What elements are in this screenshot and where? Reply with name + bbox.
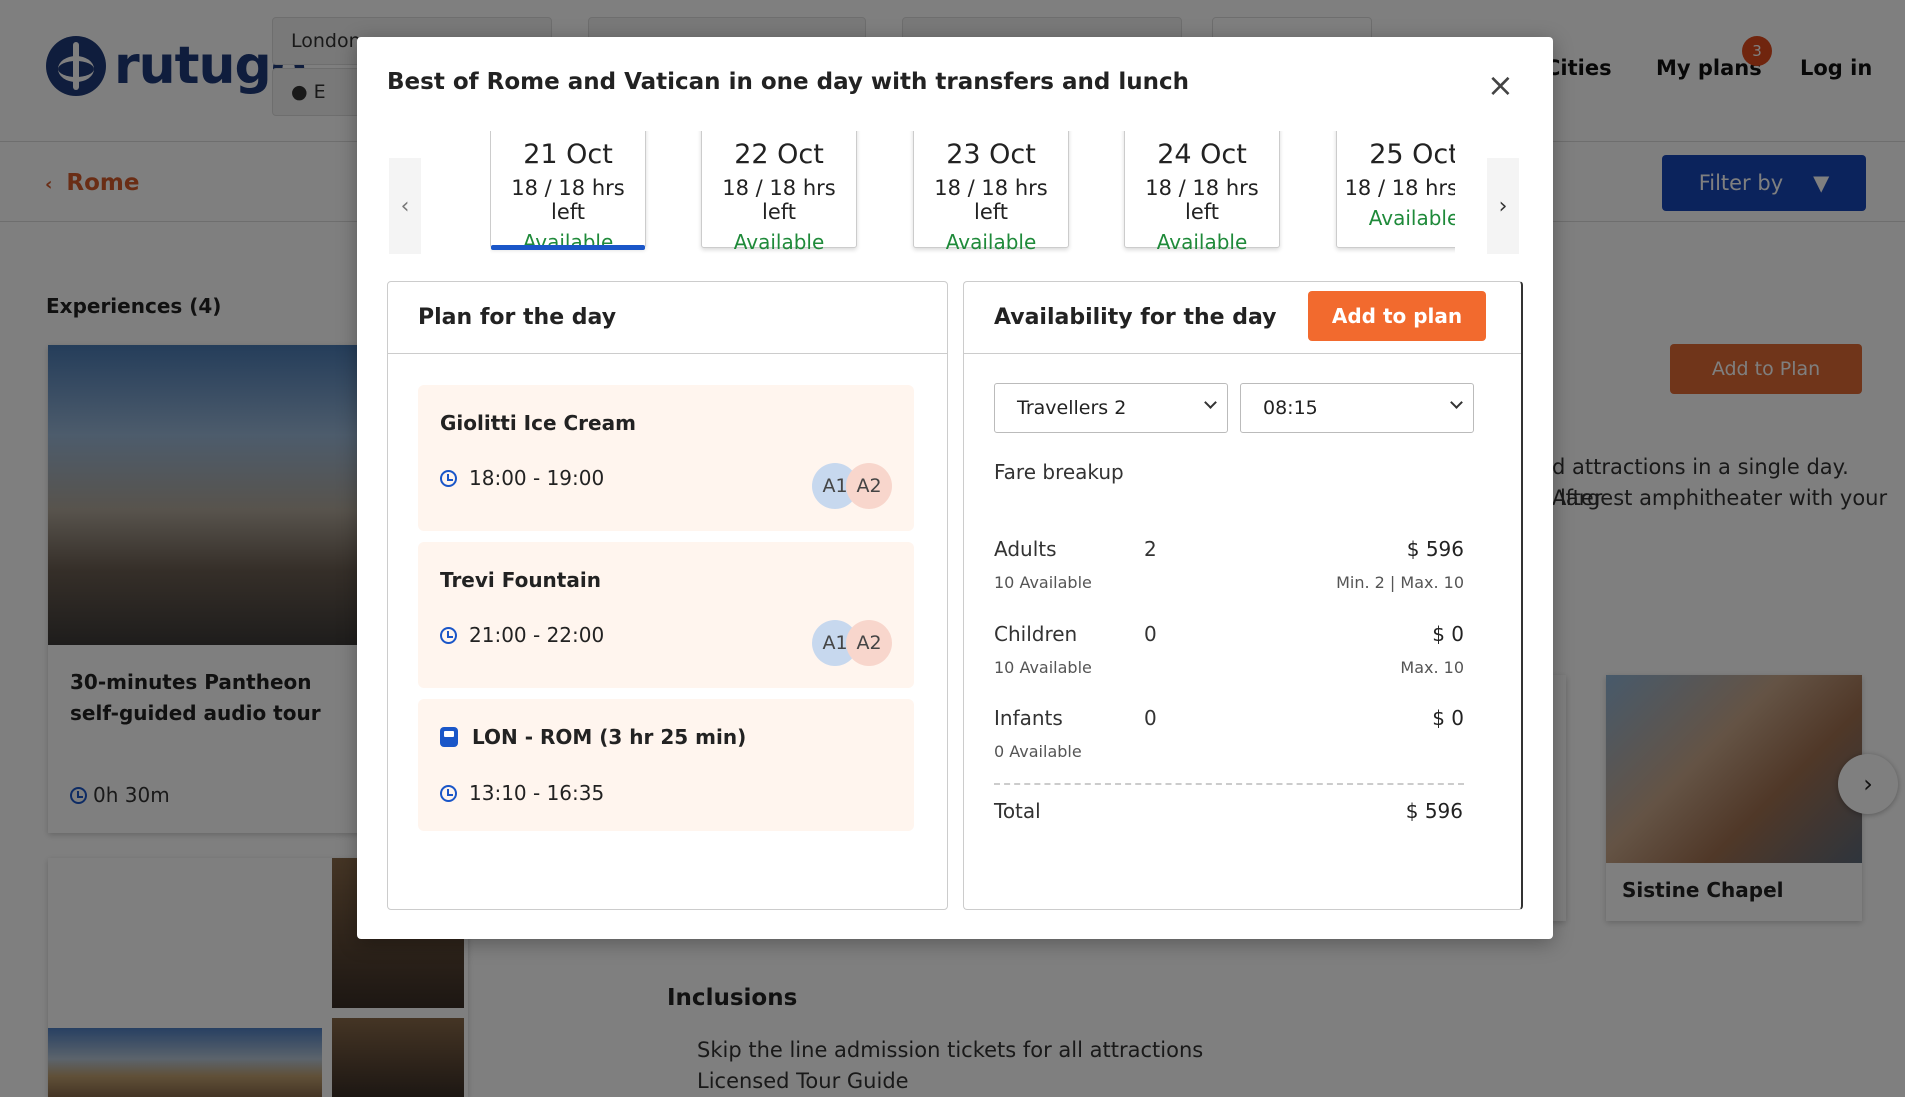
date-card-24-oct[interactable]: 24 Oct 18 / 18 hrs left Available — [1124, 131, 1280, 254]
hours-left: 18 / 18 hrs left — [511, 176, 625, 224]
clock-icon — [440, 469, 457, 487]
date-label: 24 Oct — [1157, 139, 1247, 170]
modal-title: Best of Rome and Vatican in one day with… — [387, 69, 1189, 95]
fare-price: $ 0 — [1432, 622, 1464, 646]
add-to-plan-button[interactable]: Add to plan — [1308, 291, 1486, 341]
total-label: Total — [994, 799, 1041, 823]
fare-label: Infants — [994, 706, 1063, 730]
plan-item-time: 13:10 - 16:35 — [440, 781, 604, 805]
fare-breakup-title: Fare breakup — [994, 460, 1124, 484]
plan-item-trevi[interactable]: Trevi Fountain 21:00 - 22:00 A1 A2 — [418, 542, 914, 688]
plan-item-time-value: 13:10 - 16:35 — [469, 781, 605, 805]
travellers-select[interactable]: Travellers 2 — [994, 383, 1228, 433]
date-label: 22 Oct — [734, 139, 824, 170]
chevron-down-icon — [1450, 396, 1463, 409]
chevron-left-icon: ‹ — [400, 193, 410, 219]
fare-available: 0 Available — [994, 742, 1082, 761]
avatar: A2 — [846, 463, 892, 509]
date-card-21-oct[interactable]: 21 Oct 18 / 18 hrs left Available — [490, 131, 646, 254]
dates-prev-button[interactable]: ‹ — [389, 158, 421, 254]
train-icon — [440, 727, 458, 747]
fare-label: Adults — [994, 537, 1057, 561]
fare-label: Children — [994, 622, 1078, 646]
plan-item-title: Trevi Fountain — [440, 568, 601, 592]
dates-next-button[interactable]: › — [1487, 158, 1519, 254]
chevron-right-icon: › — [1498, 193, 1508, 219]
clock-icon — [440, 784, 457, 802]
plan-item-giolitti[interactable]: Giolitti Ice Cream 18:00 - 19:00 A1 A2 — [418, 385, 914, 531]
plan-item-title-row: LON - ROM (3 hr 25 min) — [440, 725, 746, 749]
booking-modal: Best of Rome and Vatican in one day with… — [357, 37, 1553, 939]
fare-price: $ 596 — [1406, 537, 1464, 561]
time-select-value: 08:15 — [1263, 397, 1318, 419]
date-label: 23 Oct — [946, 139, 1036, 170]
fare-price: $ 0 — [1432, 706, 1464, 730]
travellers-select-value: Travellers 2 — [1017, 397, 1127, 419]
time-select[interactable]: 08:15 — [1240, 383, 1474, 433]
clock-icon — [440, 626, 457, 644]
date-label: 25 Oct — [1369, 139, 1455, 170]
date-card-25-oct[interactable]: 25 Oct 18 / 18 hrs le Available — [1336, 131, 1455, 248]
fare-row-adults: Adults 2 $ 596 10 Available Min. 2 | Max… — [994, 537, 1464, 597]
hours-left: 18 / 18 hrs left — [722, 176, 836, 224]
fare-row-infants: Infants 0 $ 0 0 Available — [994, 706, 1464, 766]
availability-status: Available — [522, 230, 614, 254]
hours-left: 18 / 18 hrs le — [1344, 176, 1455, 200]
availability-status: Available — [1156, 230, 1248, 254]
availability-status: Available — [945, 230, 1037, 254]
total-value: $ 596 — [1405, 799, 1463, 823]
chevron-down-icon — [1204, 396, 1217, 409]
date-label: 21 Oct — [523, 139, 613, 170]
plan-item-time-value: 18:00 - 19:00 — [469, 466, 605, 490]
date-card-22-oct[interactable]: 22 Oct 18 / 18 hrs left Available — [701, 131, 857, 254]
date-strip: 21 Oct 18 / 18 hrs left Available 22 Oct… — [490, 131, 1455, 261]
hours-left: 18 / 18 hrs left — [934, 176, 1048, 224]
fare-limit: Max. 10 — [1400, 658, 1464, 677]
fare-available: 10 Available — [994, 658, 1092, 677]
availability-status: Available — [1368, 206, 1455, 230]
plan-item-title: LON - ROM (3 hr 25 min) — [472, 725, 747, 749]
fare-row-children: Children 0 $ 0 10 Available Max. 10 — [994, 622, 1464, 682]
fare-divider — [994, 783, 1464, 785]
avatar: A2 — [846, 620, 892, 666]
plan-panel: Plan for the day Giolitti Ice Cream 18:0… — [387, 281, 948, 910]
plan-item-time: 18:00 - 19:00 — [440, 466, 604, 490]
availability-panel: Availability for the day Add to plan Tra… — [963, 281, 1523, 910]
plan-item-time: 21:00 - 22:00 — [440, 623, 604, 647]
fare-available: 10 Available — [994, 573, 1092, 592]
plan-item-title: Giolitti Ice Cream — [440, 411, 636, 435]
fare-count[interactable]: 0 — [1144, 622, 1157, 646]
availability-status: Available — [733, 230, 825, 254]
fare-limit: Min. 2 | Max. 10 — [1336, 573, 1464, 592]
plan-item-time-value: 21:00 - 22:00 — [469, 623, 605, 647]
close-icon[interactable]: × — [1487, 69, 1514, 101]
plan-heading: Plan for the day — [388, 282, 947, 354]
fare-count[interactable]: 0 — [1144, 706, 1157, 730]
date-card-23-oct[interactable]: 23 Oct 18 / 18 hrs left Available — [913, 131, 1069, 254]
fare-count[interactable]: 2 — [1144, 537, 1157, 561]
availability-heading: Availability for the day — [994, 305, 1277, 330]
hours-left: 18 / 18 hrs left — [1145, 176, 1259, 224]
plan-item-transfer[interactable]: LON - ROM (3 hr 25 min) 13:10 - 16:35 — [418, 699, 914, 831]
